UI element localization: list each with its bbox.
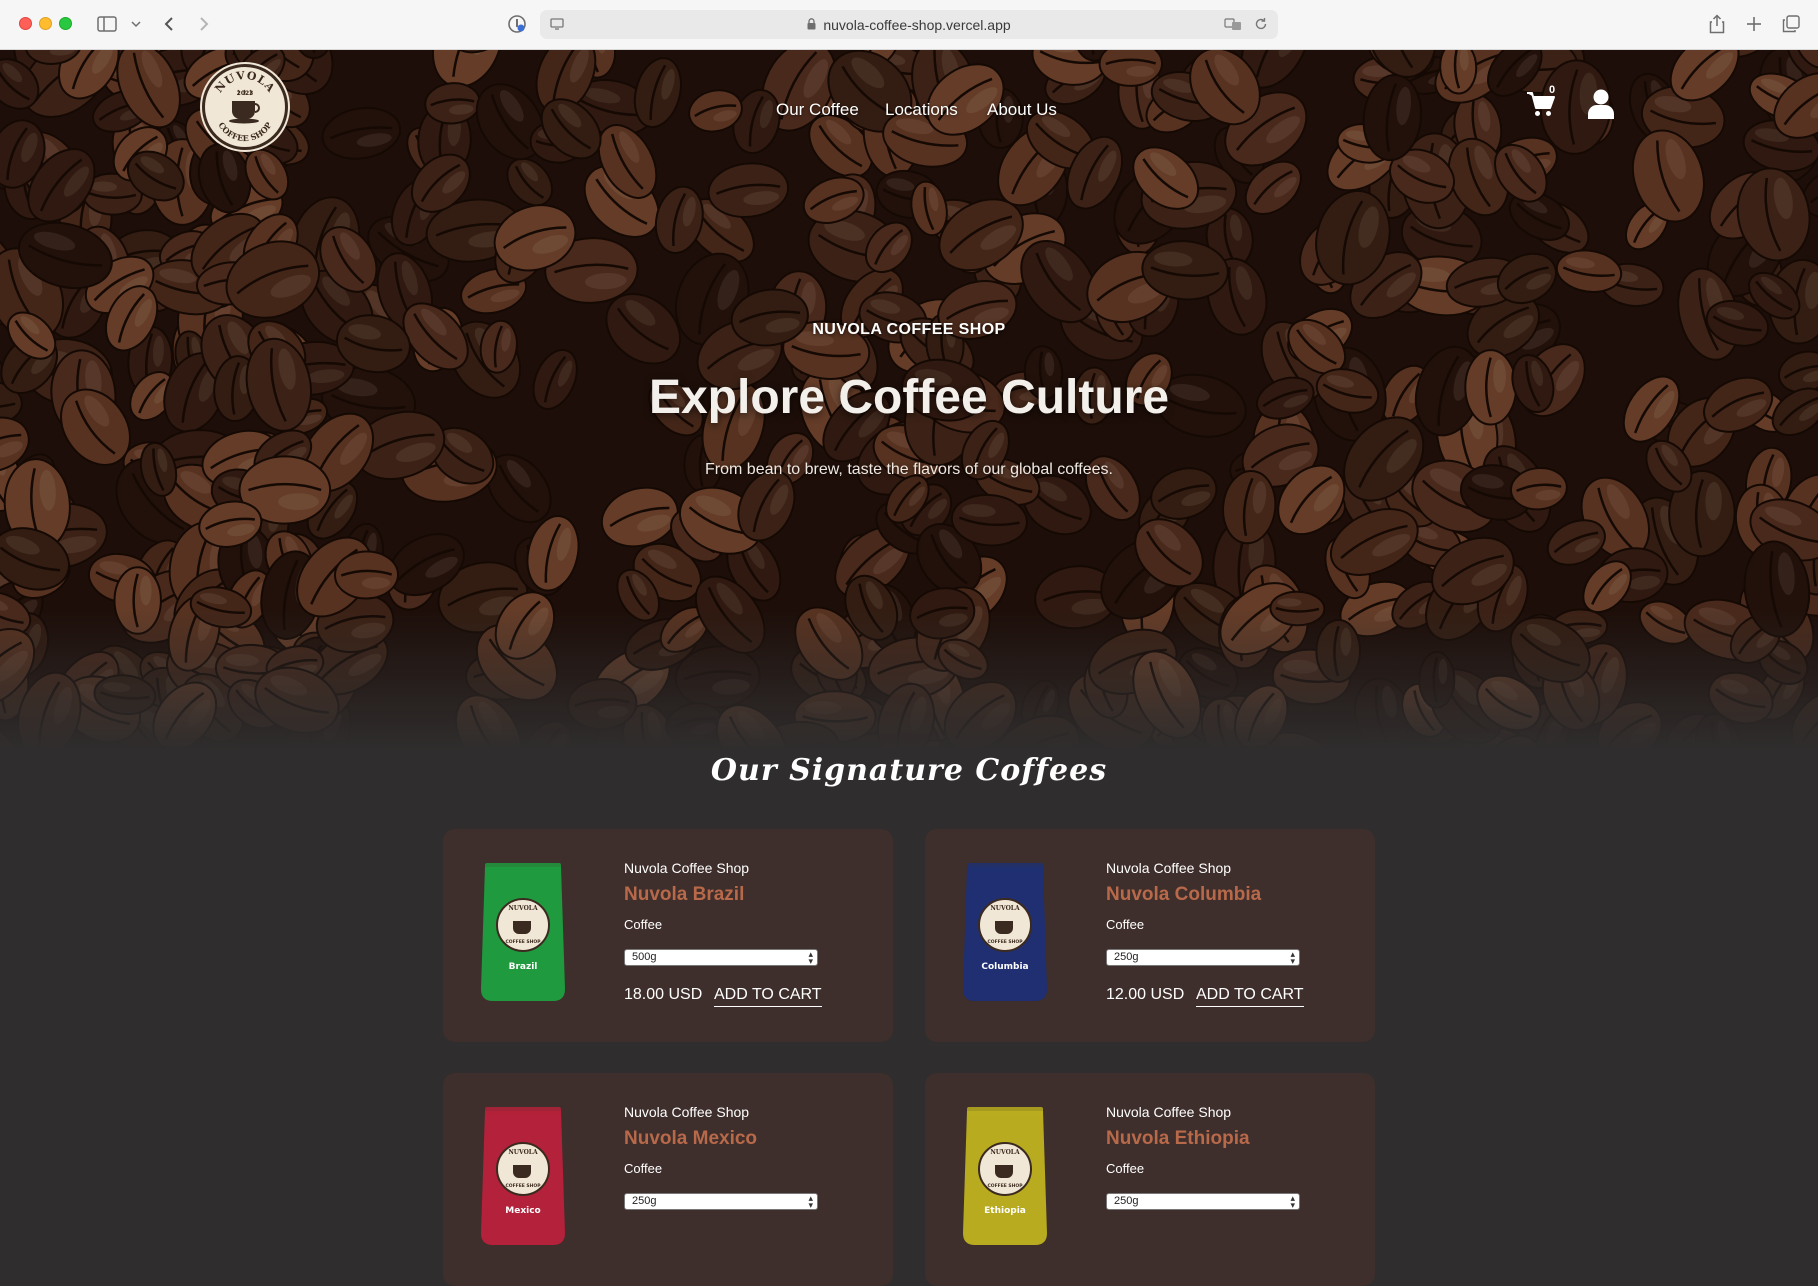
coffee-bag-image[interactable]: NUVOLA COFFEE SHOP Mexico [475, 1103, 571, 1248]
sidebar-toggle-icon[interactable] [96, 10, 118, 38]
chevron-down-icon[interactable] [130, 10, 142, 38]
site-logo[interactable]: NUVOLA 2023 COFFEE SHOP [202, 64, 288, 150]
coffee-bag-image[interactable]: NUVOLA COFFEE SHOP Columbia [957, 859, 1053, 1004]
select-arrows-icon: ▴ ▾ [1290, 949, 1295, 966]
cart-count-badge: 0 [1549, 84, 1556, 96]
product-price: 18.00 USD [624, 986, 703, 1003]
product-name[interactable]: Nuvola Columbia [1106, 884, 1261, 906]
size-select[interactable]: 250g ▴ ▾ [1106, 949, 1300, 966]
add-to-cart-button[interactable]: ADD TO CART [1196, 986, 1304, 1007]
close-window-button[interactable] [19, 17, 32, 30]
bag-label: Mexico [505, 1206, 540, 1216]
forward-arrow-icon[interactable] [195, 10, 213, 38]
hero-title: Explore Coffee Culture [648, 371, 1170, 424]
size-select[interactable]: 250g ▴ ▾ [1106, 1193, 1300, 1210]
bag-label: Ethiopia [984, 1206, 1026, 1216]
svg-text:COFFEE SHOP: COFFEE SHOP [505, 939, 541, 945]
select-arrows-icon: ▴ ▾ [808, 1193, 813, 1210]
product-card: NUVOLA COFFEE SHOP Columbia Nuvola Coffee S… [925, 829, 1375, 1042]
size-select-value: 250g [632, 1195, 657, 1207]
section-title: Our Signature Coffees [710, 753, 1108, 788]
product-category: Coffee [624, 917, 663, 932]
address-bar[interactable]: nuvola-coffee-shop.vercel.app [540, 10, 1278, 39]
product-price: 12.00 USD [1106, 986, 1185, 1003]
svg-text:NUVOLA: NUVOLA [990, 1149, 1020, 1156]
size-select[interactable]: 250g ▴ ▾ [624, 1193, 818, 1210]
add-to-cart-button[interactable]: ADD TO CART [714, 986, 822, 1007]
privacy-shield-icon[interactable] [506, 10, 528, 38]
svg-text:NUVOLA: NUVOLA [508, 905, 538, 912]
nav-about-us[interactable]: About Us [987, 100, 1057, 120]
hero-eyebrow: NUVOLA COFFEE SHOP [812, 321, 1006, 338]
hero-subtitle: From bean to brew, taste the flavors of … [705, 461, 1113, 478]
product-category: Coffee [1106, 917, 1145, 932]
product-name[interactable]: Nuvola Brazil [624, 884, 744, 906]
nav-our-coffee[interactable]: Our Coffee [776, 100, 859, 120]
bag-label: Brazil [509, 962, 538, 972]
size-select-value: 500g [632, 951, 657, 963]
bag-label: Columbia [981, 962, 1028, 972]
nav-locations[interactable]: Locations [885, 100, 958, 120]
size-select-value: 250g [1114, 1195, 1139, 1207]
product-name[interactable]: Nuvola Ethiopia [1106, 1128, 1250, 1150]
back-arrow-icon[interactable] [160, 10, 178, 38]
coffee-bag-image[interactable]: NUVOLA COFFEE SHOP Brazil [475, 859, 571, 1004]
product-category: Coffee [624, 1161, 663, 1176]
product-brand: Nuvola Coffee Shop [1106, 860, 1232, 876]
page-menu-icon[interactable] [550, 10, 564, 38]
coffee-bag-image[interactable]: NUVOLA COFFEE SHOP Ethiopia [957, 1103, 1053, 1248]
select-arrows-icon: ▴ ▾ [1290, 1193, 1295, 1210]
reload-icon[interactable] [1254, 10, 1268, 38]
product-card: NUVOLA COFFEE SHOP Brazil Nuvola Coffee Sho… [443, 829, 893, 1042]
zoom-window-button[interactable] [59, 17, 72, 30]
browser-toolbar: nuvola-coffee-shop.vercel.app [0, 0, 1818, 50]
svg-text:NUVOLA: NUVOLA [990, 905, 1020, 912]
product-brand: Nuvola Coffee Shop [624, 860, 750, 876]
hero-section: NUVOLA 2023 COFFEE SHOP Our Coffee Locat… [0, 50, 1818, 750]
svg-text:COFFEE SHOP: COFFEE SHOP [987, 939, 1023, 945]
user-account-icon[interactable] [1587, 88, 1615, 120]
product-brand: Nuvola Coffee Shop [624, 1104, 750, 1120]
product-name[interactable]: Nuvola Mexico [624, 1128, 757, 1150]
minimize-window-button[interactable] [39, 17, 52, 30]
svg-text:COFFEE SHOP: COFFEE SHOP [216, 120, 273, 143]
size-select[interactable]: 500g ▴ ▾ [624, 949, 818, 966]
share-icon[interactable] [1707, 10, 1727, 38]
product-card: NUVOLA COFFEE SHOP Ethiopia Nuvola Coffee S… [925, 1073, 1375, 1286]
select-arrows-icon: ▴ ▾ [808, 949, 813, 966]
svg-text:COFFEE SHOP: COFFEE SHOP [987, 1183, 1023, 1189]
tab-overview-icon[interactable] [1781, 10, 1801, 38]
translate-icon[interactable] [1224, 10, 1242, 38]
product-brand: Nuvola Coffee Shop [1106, 1104, 1232, 1120]
address-url: nuvola-coffee-shop.vercel.app [823, 16, 1011, 33]
product-card: NUVOLA COFFEE SHOP Mexico Nuvola Coffee Sho… [443, 1073, 893, 1286]
product-category: Coffee [1106, 1161, 1145, 1176]
svg-text:NUVOLA: NUVOLA [508, 1149, 538, 1156]
new-tab-icon[interactable] [1744, 10, 1764, 38]
svg-text:COFFEE SHOP: COFFEE SHOP [505, 1183, 541, 1189]
lock-icon [807, 17, 816, 33]
size-select-value: 250g [1114, 951, 1139, 963]
